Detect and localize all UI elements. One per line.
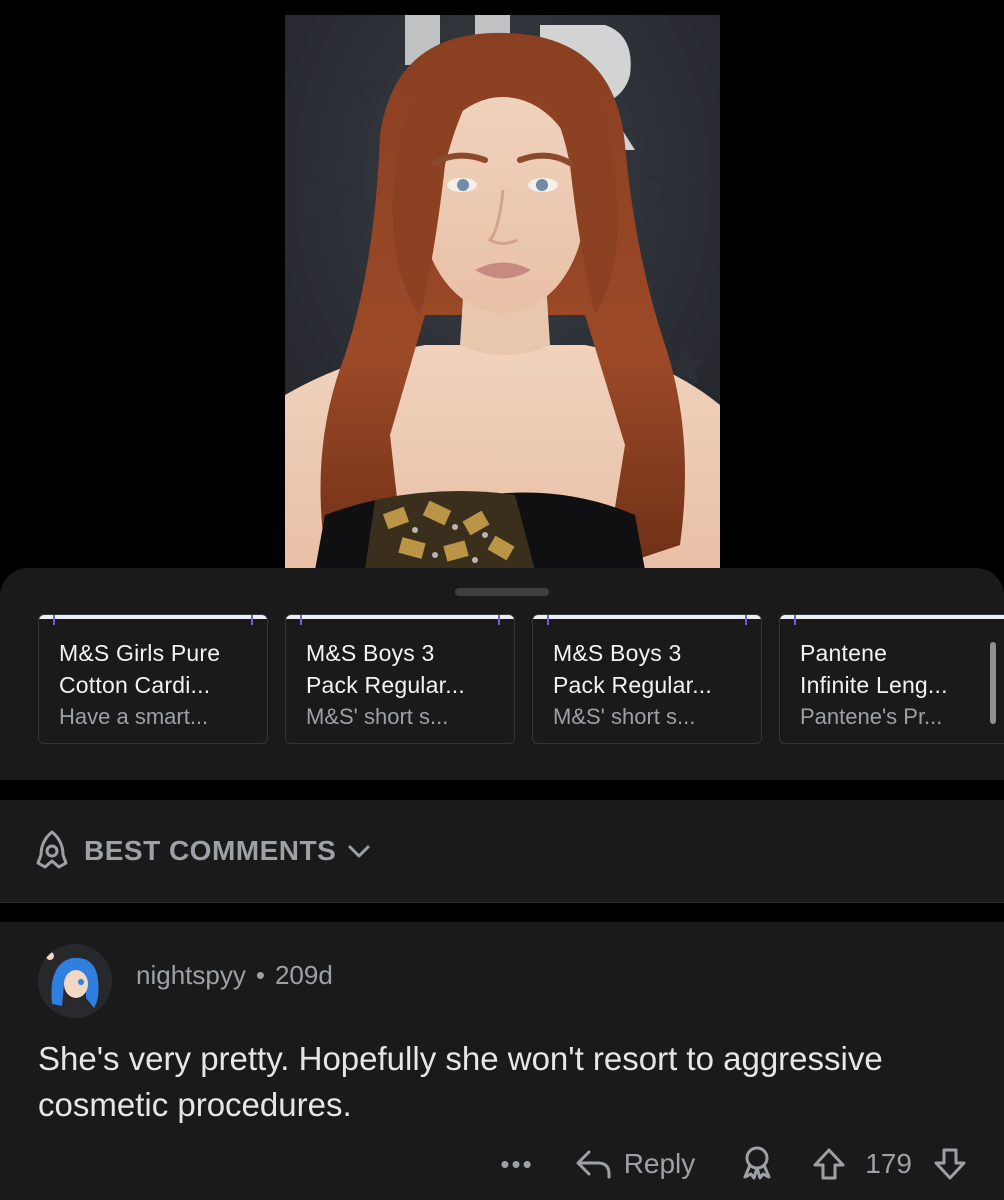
card-accent (39, 615, 267, 625)
award-button[interactable] (739, 1144, 811, 1185)
avatar-image (38, 944, 112, 1018)
comment-meta: nightspyy • 209d (136, 960, 333, 991)
product-card[interactable]: M&S Boys 3 Pack Regular... M&S' short s.… (532, 614, 762, 744)
product-subtitle: M&S' short s... (553, 704, 696, 729)
product-title: M&S Boys 3 Pack Regular... (553, 640, 712, 698)
product-subtitle: Pantene's Pr... (800, 704, 943, 729)
reply-button[interactable]: Reply (574, 1147, 696, 1181)
comment-sort-button[interactable]: BEST COMMENTS (0, 800, 1004, 903)
reply-icon (576, 1150, 611, 1179)
product-subtitle: Have a smart... (59, 704, 209, 729)
card-accent (533, 615, 761, 625)
rocket-icon (36, 830, 68, 869)
product-card[interactable]: Pantene Infinite Leng... Pantene's Pr... (779, 614, 1004, 744)
upvote-icon[interactable] (811, 1146, 847, 1182)
product-card[interactable]: M&S Boys 3 Pack Regular... M&S' short s.… (285, 614, 515, 744)
downvote-icon[interactable] (932, 1146, 968, 1182)
comment: nightspyy • 209d She's very pretty. Hopefu… (0, 922, 1004, 1200)
chevron-down-icon (348, 845, 370, 858)
separator-dot: • (255, 960, 265, 990)
product-sheet: M&S Girls Pure Cotton Cardi... Have a sm… (0, 568, 1004, 780)
product-title: M&S Girls Pure Cotton Cardi... (59, 640, 221, 698)
card-accent (286, 615, 514, 625)
portrait-image (285, 15, 720, 570)
more-options-button[interactable]: ••• (500, 1149, 533, 1180)
product-subtitle: M&S' short s... (306, 704, 449, 729)
award-icon (743, 1146, 771, 1179)
vote-score: 179 (865, 1148, 912, 1179)
username[interactable]: nightspyy (136, 960, 246, 990)
vote-controls: 179 (811, 1146, 968, 1182)
product-card[interactable]: M&S Girls Pure Cotton Cardi... Have a sm… (38, 614, 268, 744)
comment-age: 209d (274, 960, 333, 990)
product-title: M&S Boys 3 Pack Regular... (306, 640, 465, 698)
product-title: Pantene Infinite Leng... (800, 640, 948, 698)
avatar[interactable] (38, 944, 112, 1018)
post-image[interactable] (285, 15, 720, 570)
comment-body: She's very pretty. Hopefully she won't r… (38, 1040, 883, 1123)
sheet-grabber[interactable] (455, 588, 549, 596)
reply-label: Reply (623, 1148, 696, 1179)
comment-actions: ••• Reply 179 (500, 1142, 968, 1186)
sort-label: BEST COMMENTS (84, 835, 337, 866)
card-accent (780, 615, 1004, 625)
scrollbar[interactable] (990, 642, 996, 724)
